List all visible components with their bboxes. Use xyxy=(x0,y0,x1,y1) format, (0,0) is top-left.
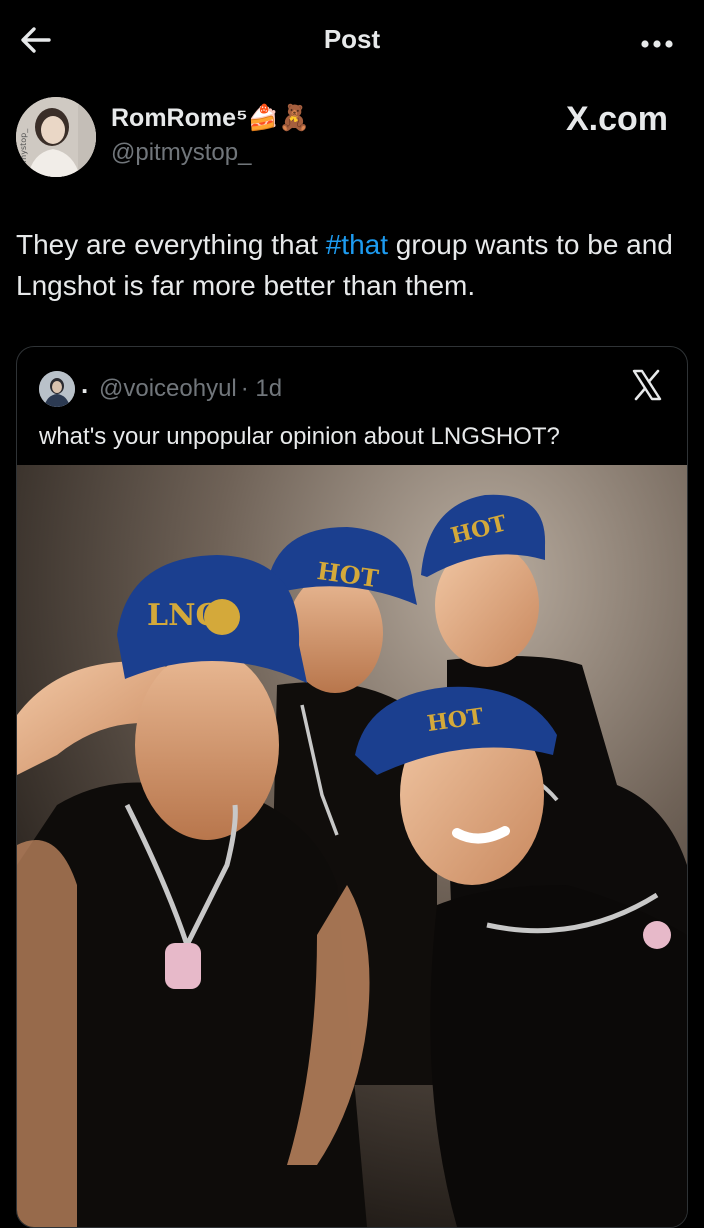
quoted-author-handle[interactable]: @voiceohyul xyxy=(99,375,237,402)
quoted-avatar-image xyxy=(39,371,75,407)
author-display-name[interactable]: RomRome⁵🍰🧸 xyxy=(111,104,310,133)
avatar-image: pitmystop_ xyxy=(16,97,96,177)
back-button[interactable] xyxy=(18,22,54,58)
quoted-author-avatar[interactable] xyxy=(39,371,75,407)
quoted-post-text: what's your unpopular opinion about LNGS… xyxy=(39,423,560,450)
quoted-post-time: · 1d xyxy=(240,375,283,402)
top-bar: Post xyxy=(0,0,704,80)
avatar-watermark-text: pitmystop_ xyxy=(19,128,28,173)
page-title: Post xyxy=(323,24,381,54)
group-photo-image: HOT HOT HOT LNG xyxy=(17,465,687,1227)
quoted-author-name[interactable]: . xyxy=(81,369,88,400)
author-handle[interactable]: @pitmystop_ xyxy=(111,139,251,167)
more-options-button[interactable] xyxy=(640,36,674,48)
author-avatar[interactable]: pitmystop_ xyxy=(16,97,96,177)
post-text-part-1: They are everything that xyxy=(16,229,326,260)
arrow-left-icon xyxy=(21,27,51,53)
quoted-post-photo[interactable]: HOT HOT HOT LNG xyxy=(17,465,687,1227)
quoted-post-card[interactable]: . @voiceohyul · 1d what's your unpopular … xyxy=(16,346,688,1228)
x-logo-icon xyxy=(631,369,663,401)
hashtag-link[interactable]: #that xyxy=(326,229,388,260)
more-horizontal-icon xyxy=(641,40,673,48)
post-text: They are everything that #that group wan… xyxy=(16,224,696,306)
brand-watermark: X.com xyxy=(565,100,668,138)
